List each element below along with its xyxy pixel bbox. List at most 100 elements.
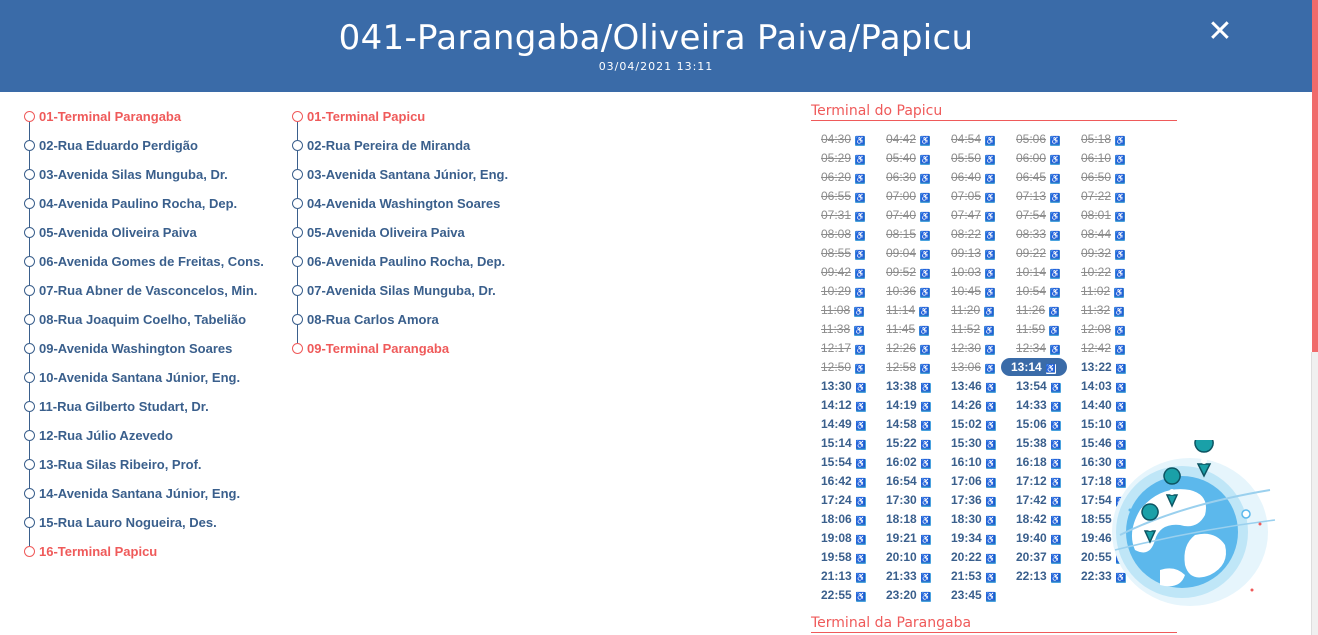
departure-time[interactable]: 08:44 ♿ bbox=[1071, 225, 1131, 243]
departure-time[interactable]: 11:08 ♿ bbox=[811, 301, 871, 319]
departure-time[interactable]: 21:13 ♿ bbox=[811, 567, 871, 585]
departure-time[interactable]: 11:38 ♿ bbox=[811, 320, 871, 338]
departure-time[interactable]: 10:54 ♿ bbox=[1006, 282, 1066, 300]
departure-time[interactable]: 15:38 ♿ bbox=[1006, 434, 1066, 452]
outbound-stop[interactable]: 14-Avenida Santana Júnior, Eng. bbox=[22, 485, 264, 517]
departure-time[interactable]: 16:18 ♿ bbox=[1006, 453, 1066, 471]
departure-time[interactable]: 21:53 ♿ bbox=[941, 567, 1001, 585]
departure-time[interactable]: 12:58 ♿ bbox=[876, 358, 936, 376]
departure-time[interactable]: 07:31 ♿ bbox=[811, 206, 871, 224]
departure-time[interactable]: 08:08 ♿ bbox=[811, 225, 871, 243]
departure-time-current[interactable]: 13:14 ♿ bbox=[1001, 358, 1067, 376]
departure-time[interactable]: 05:50 ♿ bbox=[941, 149, 1001, 167]
departure-time[interactable]: 13:46 ♿ bbox=[941, 377, 1001, 395]
departure-time[interactable]: 07:05 ♿ bbox=[941, 187, 1001, 205]
return-stop[interactable]: 06-Avenida Paulino Rocha, Dep. bbox=[290, 253, 508, 285]
departure-time[interactable]: 09:22 ♿ bbox=[1006, 244, 1066, 262]
outbound-stop[interactable]: 03-Avenida Silas Munguba, Dr. bbox=[22, 166, 264, 198]
departure-time[interactable]: 15:06 ♿ bbox=[1006, 415, 1066, 433]
departure-time[interactable]: 12:08 ♿ bbox=[1071, 320, 1131, 338]
departure-time[interactable]: 10:45 ♿ bbox=[941, 282, 1001, 300]
outbound-stop[interactable]: 05-Avenida Oliveira Paiva bbox=[22, 224, 264, 256]
departure-time[interactable]: 11:14 ♿ bbox=[876, 301, 936, 319]
departure-time[interactable]: 18:42 ♿ bbox=[1006, 510, 1066, 528]
outbound-stop[interactable]: 15-Rua Lauro Nogueira, Des. bbox=[22, 514, 264, 546]
departure-time[interactable]: 10:14 ♿ bbox=[1006, 263, 1066, 281]
departure-time[interactable]: 13:38 ♿ bbox=[876, 377, 936, 395]
outbound-stop[interactable]: 04-Avenida Paulino Rocha, Dep. bbox=[22, 195, 264, 227]
departure-time[interactable]: 18:30 ♿ bbox=[941, 510, 1001, 528]
departure-time[interactable]: 08:15 ♿ bbox=[876, 225, 936, 243]
departure-time[interactable]: 19:40 ♿ bbox=[1006, 529, 1066, 547]
departure-time[interactable]: 12:30 ♿ bbox=[941, 339, 1001, 357]
departure-time[interactable]: 15:10 ♿ bbox=[1071, 415, 1131, 433]
departure-time[interactable]: 11:26 ♿ bbox=[1006, 301, 1066, 319]
return-stop[interactable]: 08-Rua Carlos Amora bbox=[290, 311, 508, 343]
departure-time[interactable]: 09:04 ♿ bbox=[876, 244, 936, 262]
departure-time[interactable]: 08:55 ♿ bbox=[811, 244, 871, 262]
departure-time[interactable]: 06:00 ♿ bbox=[1006, 149, 1066, 167]
departure-time[interactable]: 08:22 ♿ bbox=[941, 225, 1001, 243]
departure-time[interactable]: 11:59 ♿ bbox=[1006, 320, 1066, 338]
departure-time[interactable]: 20:22 ♿ bbox=[941, 548, 1001, 566]
departure-time[interactable]: 05:40 ♿ bbox=[876, 149, 936, 167]
outbound-stop[interactable]: 07-Rua Abner de Vasconcelos, Min. bbox=[22, 282, 264, 314]
departure-time[interactable]: 13:30 ♿ bbox=[811, 377, 871, 395]
return-stop[interactable]: 01-Terminal Papicu bbox=[290, 108, 508, 140]
departure-time[interactable]: 22:55 ♿ bbox=[811, 586, 871, 604]
departure-time[interactable]: 20:37 ♿ bbox=[1006, 548, 1066, 566]
departure-time[interactable]: 06:20 ♿ bbox=[811, 168, 871, 186]
departure-time[interactable]: 16:10 ♿ bbox=[941, 453, 1001, 471]
departure-time[interactable]: 16:02 ♿ bbox=[876, 453, 936, 471]
departure-time[interactable]: 07:22 ♿ bbox=[1071, 187, 1131, 205]
departure-time[interactable]: 07:54 ♿ bbox=[1006, 206, 1066, 224]
departure-time[interactable]: 14:33 ♿ bbox=[1006, 396, 1066, 414]
departure-time[interactable]: 06:30 ♿ bbox=[876, 168, 936, 186]
departure-time[interactable]: 14:03 ♿ bbox=[1071, 377, 1131, 395]
departure-time[interactable]: 20:10 ♿ bbox=[876, 548, 936, 566]
outbound-stop[interactable]: 10-Avenida Santana Júnior, Eng. bbox=[22, 369, 264, 401]
departure-time[interactable]: 14:49 ♿ bbox=[811, 415, 871, 433]
departure-time[interactable]: 11:45 ♿ bbox=[876, 320, 936, 338]
departure-time[interactable]: 06:45 ♿ bbox=[1006, 168, 1066, 186]
departure-time[interactable]: 15:02 ♿ bbox=[941, 415, 1001, 433]
departure-time[interactable]: 23:20 ♿ bbox=[876, 586, 936, 604]
departure-time[interactable]: 19:08 ♿ bbox=[811, 529, 871, 547]
outbound-stop[interactable]: 02-Rua Eduardo Perdigão bbox=[22, 137, 264, 169]
departure-time[interactable]: 12:50 ♿ bbox=[811, 358, 871, 376]
outbound-stop[interactable]: 11-Rua Gilberto Studart, Dr. bbox=[22, 398, 264, 430]
departure-time[interactable]: 10:36 ♿ bbox=[876, 282, 936, 300]
departure-time[interactable]: 07:47 ♿ bbox=[941, 206, 1001, 224]
departure-time[interactable]: 05:06 ♿ bbox=[1006, 130, 1066, 148]
close-icon[interactable]: ✕ bbox=[1206, 17, 1234, 47]
departure-time[interactable]: 16:54 ♿ bbox=[876, 472, 936, 490]
departure-time[interactable]: 21:33 ♿ bbox=[876, 567, 936, 585]
outbound-stop[interactable]: 13-Rua Silas Ribeiro, Prof. bbox=[22, 456, 264, 488]
departure-time[interactable]: 19:21 ♿ bbox=[876, 529, 936, 547]
departure-time[interactable]: 08:01 ♿ bbox=[1071, 206, 1131, 224]
departure-time[interactable]: 04:30 ♿ bbox=[811, 130, 871, 148]
departure-time[interactable]: 07:40 ♿ bbox=[876, 206, 936, 224]
return-stop[interactable]: 04-Avenida Washington Soares bbox=[290, 195, 508, 227]
departure-time[interactable]: 23:45 ♿ bbox=[941, 586, 1001, 604]
departure-time[interactable]: 15:54 ♿ bbox=[811, 453, 871, 471]
return-stop[interactable]: 09-Terminal Parangaba bbox=[290, 340, 508, 369]
departure-time[interactable]: 13:06 ♿ bbox=[941, 358, 1001, 376]
departure-time[interactable]: 11:02 ♿ bbox=[1071, 282, 1131, 300]
departure-time[interactable]: 13:54 ♿ bbox=[1006, 377, 1066, 395]
departure-time[interactable]: 09:13 ♿ bbox=[941, 244, 1001, 262]
departure-time[interactable]: 12:17 ♿ bbox=[811, 339, 871, 357]
outbound-stop[interactable]: 01-Terminal Parangaba bbox=[22, 108, 264, 140]
departure-time[interactable]: 12:34 ♿ bbox=[1006, 339, 1066, 357]
departure-time[interactable]: 05:18 ♿ bbox=[1071, 130, 1131, 148]
departure-time[interactable]: 11:20 ♿ bbox=[941, 301, 1001, 319]
departure-time[interactable]: 19:58 ♿ bbox=[811, 548, 871, 566]
departure-time[interactable]: 08:33 ♿ bbox=[1006, 225, 1066, 243]
departure-time[interactable]: 14:12 ♿ bbox=[811, 396, 871, 414]
departure-time[interactable]: 22:13 ♿ bbox=[1006, 567, 1066, 585]
departure-time[interactable]: 15:14 ♿ bbox=[811, 434, 871, 452]
departure-time[interactable]: 14:40 ♿ bbox=[1071, 396, 1131, 414]
departure-time[interactable]: 19:34 ♿ bbox=[941, 529, 1001, 547]
departure-time[interactable]: 06:55 ♿ bbox=[811, 187, 871, 205]
outbound-stop[interactable]: 12-Rua Júlio Azevedo bbox=[22, 427, 264, 459]
